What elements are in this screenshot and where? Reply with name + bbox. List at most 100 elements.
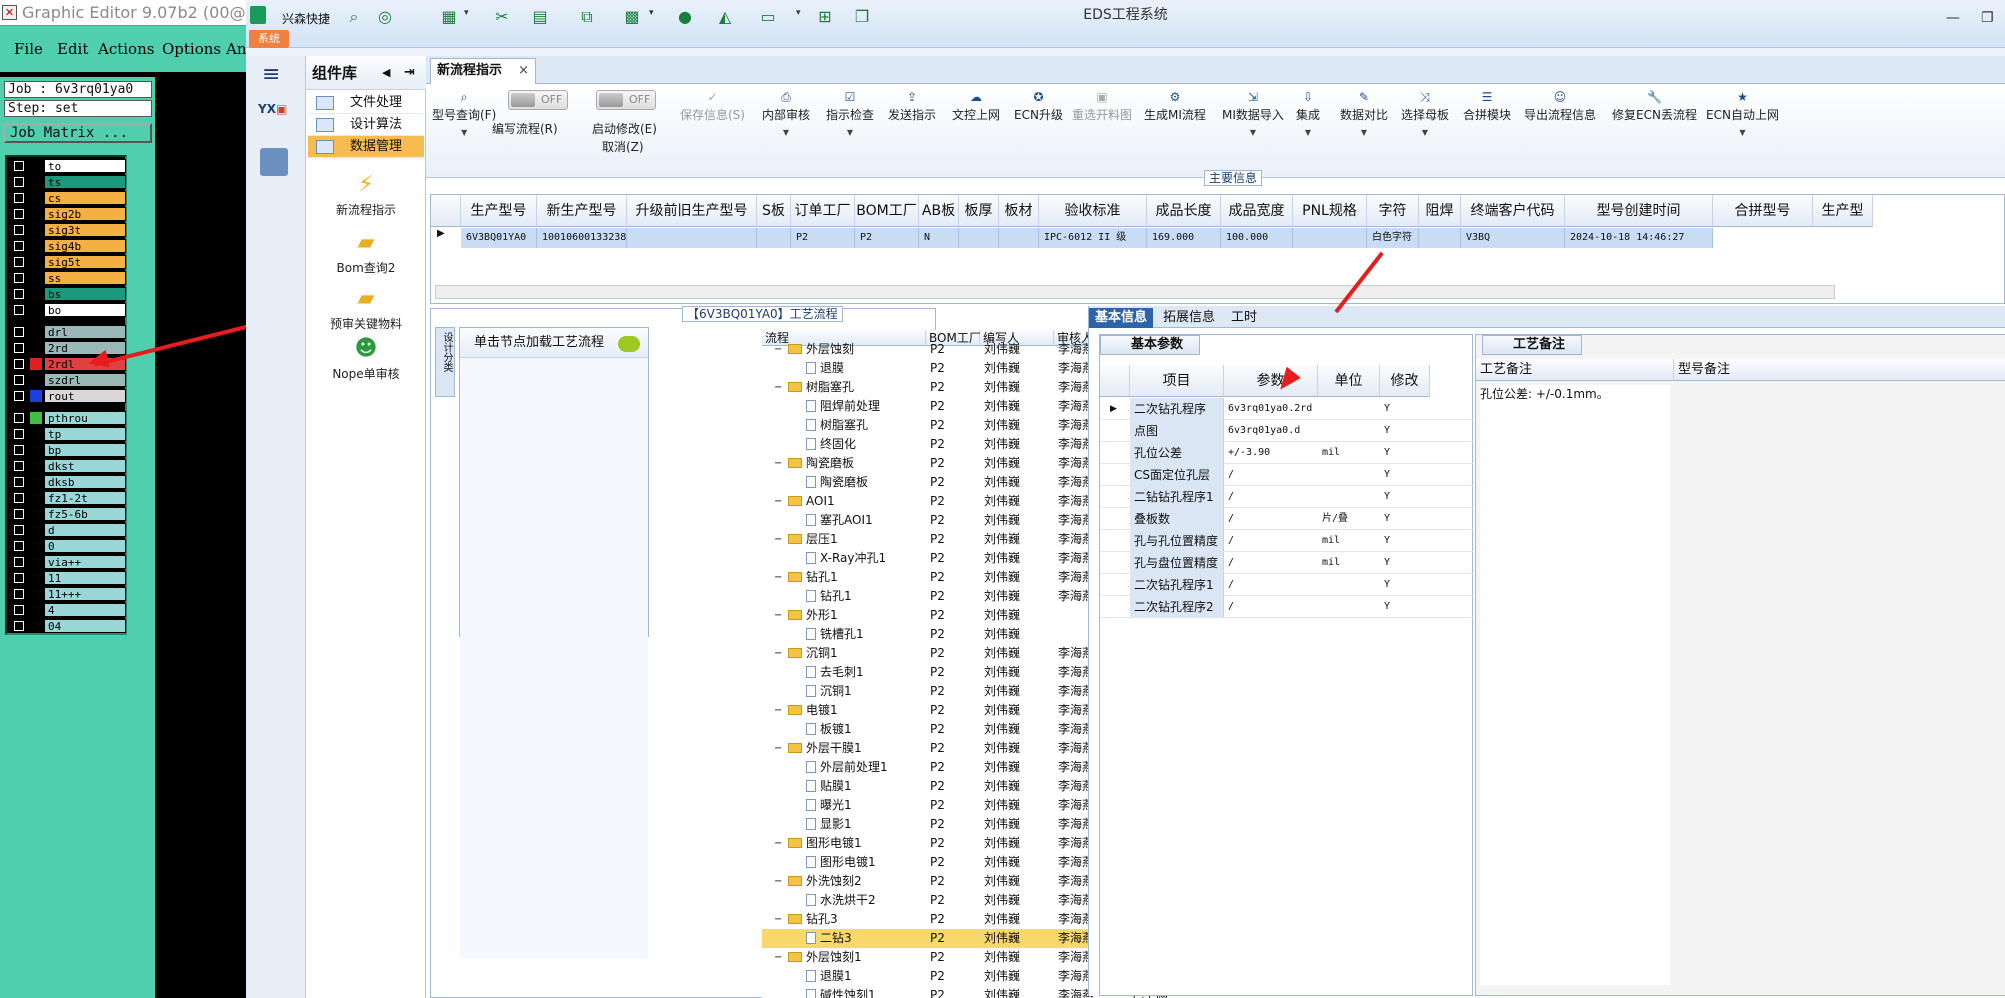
chevron-left-icon[interactable]: ◀ <box>382 56 390 90</box>
collapse-icon[interactable]: − <box>774 948 782 967</box>
grid-cell[interactable]: V3BQ <box>1461 228 1565 248</box>
grid-header[interactable]: 生产型 <box>1813 195 1873 227</box>
layer-checkbox[interactable] <box>14 413 24 423</box>
layer-name[interactable]: via++ <box>44 555 126 569</box>
grid-header[interactable]: 成品长度 <box>1147 195 1221 227</box>
mi-import-button[interactable]: ⇲ MI数据导入 ▼ <box>1222 90 1284 137</box>
menu-actions[interactable]: Actions <box>98 40 154 58</box>
grid-header[interactable]: 验收标准 <box>1039 195 1147 227</box>
layer-checkbox[interactable] <box>14 557 24 567</box>
grid-cell[interactable] <box>1293 228 1367 248</box>
collapse-icon[interactable]: − <box>774 910 782 929</box>
pin-icon[interactable]: ⇥ <box>404 56 415 90</box>
layer-name[interactable]: sig3t <box>44 223 126 237</box>
layer-row[interactable]: pthrou <box>9 411 127 425</box>
layer-name[interactable]: fz1-2t <box>44 491 126 505</box>
grid-cell[interactable] <box>757 228 791 248</box>
export-flow-button[interactable]: ☺ 导出流程信息 <box>1524 90 1596 123</box>
material-review-button[interactable]: ▰ 预审关键物料 <box>306 286 426 332</box>
restore-icon[interactable]: ❐ <box>1981 10 1994 26</box>
layer-name[interactable]: 0 <box>44 539 126 553</box>
layer-checkbox[interactable] <box>14 177 24 187</box>
layer-row[interactable]: 4 <box>9 603 127 617</box>
layer-name[interactable]: ts <box>44 175 126 189</box>
grid-header[interactable]: BOM工厂 <box>855 195 919 227</box>
layer-name[interactable]: drl <box>44 325 126 339</box>
layer-row[interactable]: sig5t <box>9 255 127 269</box>
write-flow-toggle[interactable]: OFF <box>508 90 568 110</box>
layer-checkbox[interactable] <box>14 209 24 219</box>
layer-checkbox[interactable] <box>14 289 24 299</box>
layer-name[interactable]: 11 <box>44 571 126 585</box>
grid-header[interactable]: 型号创建时间 <box>1565 195 1713 227</box>
layer-checkbox[interactable] <box>14 241 24 251</box>
grid-cell[interactable]: P2 <box>791 228 855 248</box>
layer-row[interactable]: 11 <box>9 571 127 585</box>
param-row[interactable]: 二次钻孔程序2/ Y <box>1100 596 1474 618</box>
reselect-cutting-button[interactable]: ▣ 重选开料图 <box>1072 90 1132 123</box>
internal-review-button[interactable]: ⎙ 内部审核 ▼ <box>762 90 810 137</box>
tab-new-flow[interactable]: 新流程指示 × <box>430 58 536 84</box>
menu-file[interactable]: File <box>14 40 43 58</box>
layer-row[interactable]: via++ <box>9 555 127 569</box>
collapse-icon[interactable]: − <box>774 454 782 473</box>
layer-name[interactable]: 04 <box>44 619 126 633</box>
layer-row[interactable]: d <box>9 523 127 537</box>
layer-row[interactable]: bo <box>9 303 127 317</box>
layer-name[interactable]: 2rd <box>44 341 126 355</box>
yx-tool-icon[interactable]: YX▣ <box>258 102 290 132</box>
model-query-button[interactable]: ⌕ 型号查询(F) ▼ <box>432 90 496 137</box>
minimize-icon[interactable]: — <box>1946 10 1960 26</box>
layer-checkbox[interactable] <box>14 375 24 385</box>
param-row[interactable]: 二次钻孔程序1/ Y <box>1100 574 1474 596</box>
param-cell-val[interactable]: / <box>1224 530 1318 552</box>
collapse-icon[interactable]: − <box>774 644 782 663</box>
process-note-text[interactable]: 孔位公差: +/-0.1mm。 <box>1480 385 1670 985</box>
grid-cell[interactable] <box>1419 228 1461 248</box>
layer-row[interactable]: bp <box>9 443 127 457</box>
collapse-icon[interactable]: − <box>774 530 782 549</box>
select-motherboard-button[interactable]: ⤨ 选择母板 ▼ <box>1401 90 1449 137</box>
doc-control-online-button[interactable]: ☁ 文控上网 <box>952 90 1000 123</box>
tab-basic-info[interactable]: 基本信息 <box>1089 308 1154 328</box>
collapse-icon[interactable]: − <box>774 340 782 359</box>
param-row[interactable]: 叠板数 / 片/叠 Y <box>1100 508 1474 530</box>
layer-name[interactable]: 11+++ <box>44 587 126 601</box>
layer-row[interactable]: sig4b <box>9 239 127 253</box>
complib-item-file[interactable]: 文件处理 <box>308 92 424 114</box>
enable-edit-toggle[interactable]: OFF <box>596 90 656 110</box>
layer-name[interactable]: ss <box>44 271 126 285</box>
grid-cell[interactable]: N <box>919 228 959 248</box>
layer-name[interactable]: to <box>44 159 126 173</box>
grid-header[interactable]: S板 <box>757 195 791 227</box>
save-info-button[interactable]: ✓ 保存信息(S) <box>680 90 745 123</box>
layer-checkbox[interactable] <box>14 359 24 369</box>
grid-header[interactable]: 升级前旧生产型号 <box>627 195 757 227</box>
grid-header[interactable]: 字符 <box>1367 195 1419 227</box>
layer-row[interactable]: rout <box>9 389 127 403</box>
layer-checkbox[interactable] <box>14 621 24 631</box>
grid-cell[interactable]: P2 <box>855 228 919 248</box>
grid-cell[interactable]: 白色字符 <box>1367 228 1419 248</box>
layer-row[interactable]: 04 <box>9 619 127 633</box>
grid-header[interactable]: AB板 <box>919 195 959 227</box>
layer-name[interactable]: rout <box>44 389 126 403</box>
layer-checkbox[interactable] <box>14 445 24 455</box>
layer-checkbox[interactable] <box>14 391 24 401</box>
complib-item-data[interactable]: 数据管理 <box>308 136 424 158</box>
param-cell-val[interactable]: / <box>1224 508 1318 530</box>
layer-name[interactable]: dksb <box>44 475 126 489</box>
grid-cell[interactable] <box>959 228 999 248</box>
close-icon[interactable]: × <box>518 59 529 83</box>
layer-row[interactable]: bs <box>9 287 127 301</box>
layer-row[interactable]: 0 <box>9 539 127 553</box>
layer-checkbox[interactable] <box>14 327 24 337</box>
layer-name[interactable]: bp <box>44 443 126 457</box>
layer-row[interactable]: szdrl <box>9 373 127 387</box>
param-row[interactable]: ▶ 二次钻孔程序 6v3rq01ya0.2rd Y <box>1100 398 1474 420</box>
param-cell-val[interactable]: / <box>1224 486 1318 508</box>
layer-checkbox[interactable] <box>14 541 24 551</box>
integrate-button[interactable]: ⇩ 集成 ▼ <box>1296 90 1320 137</box>
layer-row[interactable]: to <box>9 159 127 173</box>
layer-name[interactable]: bo <box>44 303 126 317</box>
